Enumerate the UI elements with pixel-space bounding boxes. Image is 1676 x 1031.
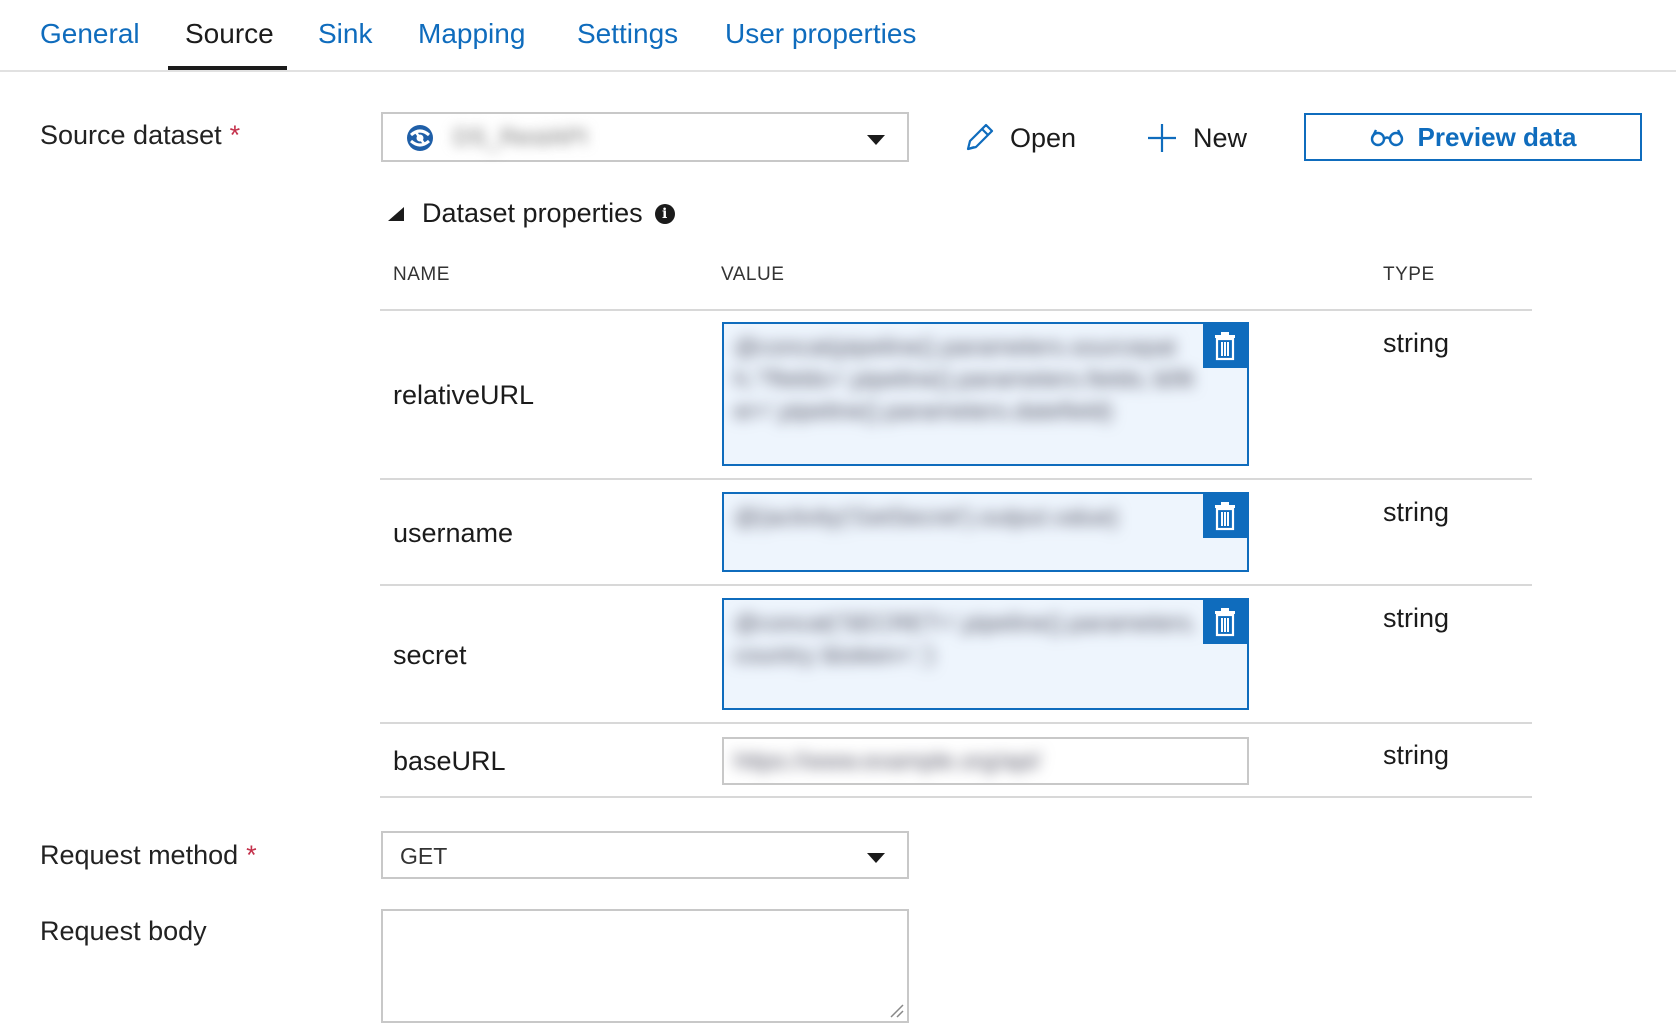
- column-header-type: TYPE: [1383, 264, 1435, 285]
- property-type-baseurl: string: [1383, 740, 1450, 770]
- property-value-baseurl[interactable]: https://www.example.org/api/: [722, 737, 1249, 785]
- trash-icon: [1215, 332, 1235, 361]
- required-marker: *: [229, 120, 241, 150]
- tab-settings[interactable]: Settings: [577, 18, 678, 50]
- tab-sink[interactable]: Sink: [318, 18, 372, 50]
- property-value-text: @concat(pipeline().parameters.sourcepath…: [734, 334, 1194, 425]
- request-method-label-text: Request method: [40, 840, 239, 870]
- property-value-text: @concat('SECRET=',pipeline().parameters.…: [734, 610, 1198, 669]
- request-method-dropdown[interactable]: GET: [381, 831, 909, 879]
- rest-dataset-icon: [407, 125, 433, 151]
- property-type-relativeurl: string: [1383, 328, 1450, 358]
- tab-user-properties[interactable]: User properties: [725, 18, 916, 50]
- new-button[interactable]: New: [1145, 114, 1247, 162]
- chevron-down-icon: [867, 853, 885, 863]
- source-dataset-label-text: Source dataset: [40, 120, 222, 150]
- column-header-name: NAME: [393, 264, 450, 285]
- trash-icon: [1215, 502, 1235, 531]
- required-marker: *: [246, 840, 257, 870]
- delete-value-button[interactable]: [1203, 494, 1247, 538]
- source-dataset-label: Source dataset *: [40, 120, 240, 151]
- request-method-label: Request method *: [40, 840, 257, 871]
- new-label: New: [1193, 122, 1248, 153]
- glasses-icon: [1370, 129, 1403, 147]
- dataset-properties-toggle[interactable]: Dataset properties i: [388, 198, 675, 229]
- property-value-text: https://www.example.org/api/: [734, 748, 1041, 775]
- request-method-value: GET: [400, 843, 448, 869]
- property-value-username[interactable]: @{activity('GetSecret').output.value}: [722, 492, 1249, 572]
- table-divider: [380, 309, 1532, 311]
- table-divider: [380, 478, 1532, 480]
- request-body-label: Request body: [40, 916, 207, 946]
- info-icon[interactable]: i: [654, 203, 675, 224]
- property-name-secret: secret: [393, 640, 467, 670]
- request-body-textarea[interactable]: [381, 909, 909, 1023]
- open-label: Open: [1010, 122, 1077, 153]
- preview-data-label: Preview data: [1417, 121, 1577, 152]
- property-name-username: username: [393, 518, 514, 548]
- chevron-down-icon: [867, 135, 885, 145]
- tab-source[interactable]: Source: [185, 18, 274, 50]
- delete-value-button[interactable]: [1203, 324, 1247, 368]
- delete-value-button[interactable]: [1203, 600, 1247, 644]
- pencil-icon: [966, 123, 994, 151]
- source-dataset-dropdown[interactable]: DS_RestAPI: [381, 112, 909, 162]
- collapse-triangle-icon: [388, 206, 404, 221]
- column-header-value: VALUE: [721, 264, 785, 285]
- plus-icon: [1148, 124, 1176, 152]
- open-button[interactable]: Open: [962, 114, 1076, 162]
- property-value-secret[interactable]: @concat('SECRET=',pipeline().parameters.…: [722, 598, 1249, 710]
- property-name-relativeurl: relativeURL: [393, 380, 535, 410]
- selected-dataset-value: DS_RestAPI: [453, 124, 588, 151]
- tab-general[interactable]: General: [40, 18, 140, 50]
- property-type-username: string: [1383, 497, 1450, 527]
- property-value-text: @{activity('GetSecret').output.value}: [734, 504, 1119, 531]
- property-type-secret: string: [1383, 603, 1450, 633]
- property-value-relativeurl[interactable]: @concat(pipeline().parameters.sourcepath…: [722, 322, 1249, 466]
- resize-grip-icon[interactable]: [886, 1000, 904, 1018]
- table-divider: [380, 722, 1532, 724]
- dataset-properties-title: Dataset properties: [422, 198, 643, 228]
- table-divider: [380, 796, 1532, 798]
- tab-bar: General Source Sink Mapping Settings Use…: [0, 0, 1676, 72]
- table-divider: [380, 584, 1532, 586]
- active-tab-indicator: [168, 66, 287, 70]
- trash-icon: [1215, 608, 1235, 637]
- preview-data-button[interactable]: Preview data: [1304, 113, 1642, 161]
- tab-mapping[interactable]: Mapping: [418, 18, 525, 50]
- property-name-baseurl: baseURL: [393, 746, 506, 776]
